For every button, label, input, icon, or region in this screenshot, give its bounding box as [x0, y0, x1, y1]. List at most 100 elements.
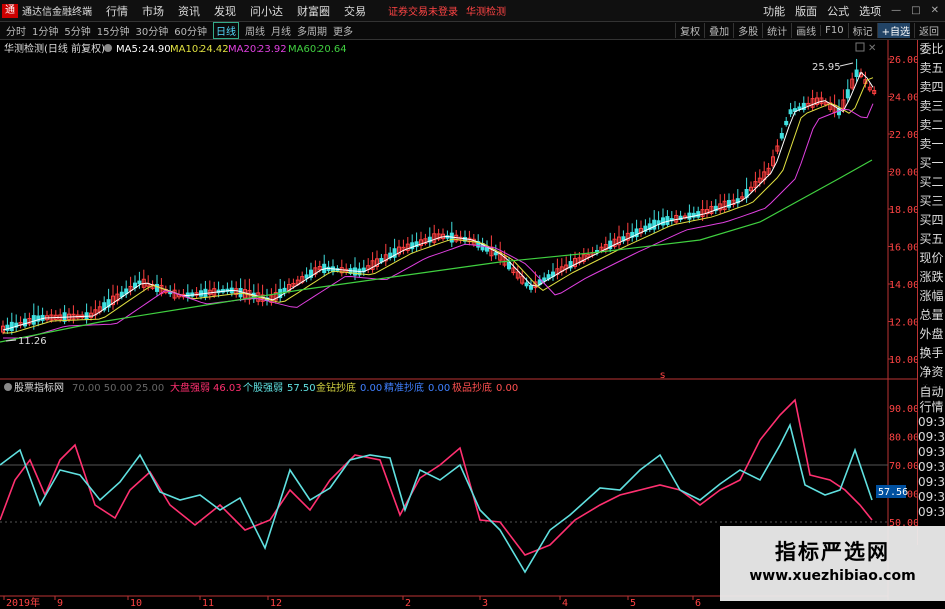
- price-tick-label: 16.00: [889, 243, 919, 254]
- maximize-icon[interactable]: □: [911, 5, 920, 16]
- series-gold-bottom-name: 金钻抄底: [316, 381, 356, 394]
- ma10-value: 24.42: [200, 44, 229, 55]
- price-tick-label: 22.00: [889, 130, 919, 141]
- toolbar-draw[interactable]: 画线: [791, 23, 816, 38]
- high-marker-arrow: [839, 62, 854, 67]
- stock-notice[interactable]: 华测检测: [466, 3, 506, 18]
- side-panel-item[interactable]: 总量: [918, 306, 945, 325]
- price-tick-label: 26.00: [889, 55, 919, 66]
- candle-body: [155, 283, 159, 292]
- app-title: 通达信金融终端: [22, 7, 92, 18]
- period-more[interactable]: 更多: [333, 23, 353, 38]
- period-15min[interactable]: 15分钟: [97, 23, 130, 38]
- menu-item-trade[interactable]: 交易: [344, 3, 366, 19]
- candle-body: [304, 274, 309, 279]
- toolbar-back[interactable]: 返回: [914, 23, 939, 38]
- pane-close-icon[interactable]: ✕: [868, 43, 876, 54]
- stock-title: 华测检测(日线 前复权): [4, 42, 105, 55]
- side-panel-item[interactable]: 卖三: [918, 97, 945, 116]
- period-multi[interactable]: 多周期: [297, 23, 327, 38]
- period-5min[interactable]: 5分钟: [64, 23, 90, 38]
- candle-body: [31, 315, 36, 325]
- side-panel-item[interactable]: 外盘: [918, 325, 945, 344]
- tick-panel-item[interactable]: 09:30: [918, 475, 945, 490]
- side-panel-item[interactable]: 卖二: [918, 116, 945, 135]
- toolbar-add-watchlist[interactable]: +自选: [876, 23, 910, 38]
- time-tick-label: 12: [270, 598, 282, 609]
- side-panel-item[interactable]: 买二: [918, 173, 945, 192]
- toolbar-multi-stock[interactable]: 多股: [733, 23, 758, 38]
- high-price-marker: 25.95: [812, 62, 841, 73]
- period-daily[interactable]: 日线: [212, 22, 239, 39]
- side-panel-item[interactable]: 涨跌: [918, 268, 945, 287]
- tick-panel-item[interactable]: 09:30: [918, 445, 945, 460]
- candle-body: [238, 288, 243, 298]
- series-best-bottom-name: 极品抄底: [452, 381, 492, 394]
- candle-body: [9, 321, 14, 332]
- period-60min[interactable]: 60分钟: [174, 23, 207, 38]
- time-tick-label: 4: [562, 598, 568, 609]
- ma10-label: MA10:: [170, 44, 202, 55]
- menu-function[interactable]: 功能: [763, 3, 785, 19]
- toolbar-f10[interactable]: F10: [820, 25, 844, 36]
- toolbar-stats[interactable]: 统计: [762, 23, 787, 38]
- tick-panel-item[interactable]: 09:30: [918, 460, 945, 475]
- toolbar-overlay[interactable]: 叠加: [704, 23, 729, 38]
- side-panel-item[interactable]: 买五: [918, 230, 945, 249]
- series-stock-strength-value: 57.50: [287, 383, 316, 394]
- side-panel-item[interactable]: 买三: [918, 192, 945, 211]
- menu-options[interactable]: 选项: [859, 3, 881, 19]
- side-panel-item[interactable]: 涨幅: [918, 287, 945, 306]
- period-monthly[interactable]: 月线: [271, 23, 291, 38]
- candle-body: [23, 318, 27, 327]
- indicator-settings-icon[interactable]: [4, 383, 12, 391]
- menu-item-quotes[interactable]: 行情: [106, 3, 128, 19]
- tick-panel-item[interactable]: 行情: [918, 400, 945, 415]
- menu-item-market[interactable]: 市场: [142, 3, 164, 19]
- side-panel-item[interactable]: 买四: [918, 211, 945, 230]
- tick-panel-item[interactable]: 09:30: [918, 505, 945, 520]
- side-panel-item[interactable]: 净资: [918, 363, 945, 382]
- menu-item-news[interactable]: 资讯: [178, 3, 200, 19]
- period-30min[interactable]: 30分钟: [135, 23, 168, 38]
- period-intraday[interactable]: 分时: [6, 23, 26, 38]
- minimize-icon[interactable]: —: [891, 5, 901, 16]
- side-panel-item[interactable]: 现价: [918, 249, 945, 268]
- menu-item-wealth[interactable]: 财富圈: [297, 3, 330, 19]
- menu-formula[interactable]: 公式: [827, 3, 849, 19]
- side-panel-item[interactable]: 买一: [918, 154, 945, 173]
- side-panel-item[interactable]: 卖四: [918, 78, 945, 97]
- toolbar-adjust[interactable]: 复权: [675, 23, 700, 38]
- indicator-params: 70.00 50.00 25.00: [72, 383, 164, 394]
- side-panel-item[interactable]: 卖一: [918, 135, 945, 154]
- ma60-value: 20.64: [318, 44, 347, 55]
- period-1min[interactable]: 1分钟: [32, 23, 58, 38]
- time-tick-label: 11: [202, 598, 214, 609]
- tick-panel-item[interactable]: 自动: [918, 385, 945, 400]
- tick-panel-item[interactable]: 09:30: [918, 490, 945, 505]
- menu-item-discover[interactable]: 发现: [214, 3, 236, 19]
- menu-bar: 通 通达信金融终端 行情 市场 资讯 发现 问小达 财富圈 交易 证券交易未登录…: [0, 0, 945, 22]
- side-panel-item[interactable]: 委比: [918, 40, 945, 59]
- indicator-tick-label: 70.00: [889, 461, 919, 472]
- price-tick-label: 10.00: [889, 355, 919, 366]
- price-axis: 26.00 24.00 22.00 20.00 18.00 16.00 14.00 12.00…: [887, 40, 919, 600]
- time-tick-label: 5: [630, 598, 636, 609]
- series-best-bottom-value: 0.00: [496, 383, 518, 394]
- menu-layout[interactable]: 版面: [795, 3, 817, 19]
- tick-panel-item[interactable]: 09:30: [918, 415, 945, 430]
- chart-area[interactable]: 华测检测(日线 前复权) MA5: 24.90 MA10: 24.42 MA20…: [0, 40, 945, 609]
- side-panel-item[interactable]: 换手: [918, 344, 945, 363]
- ma60-label: MA60:: [288, 44, 320, 55]
- login-notice[interactable]: 证券交易未登录: [388, 3, 458, 18]
- time-tick-label: 10: [130, 598, 142, 609]
- settings-dot-icon[interactable]: [104, 44, 112, 52]
- side-panel-item[interactable]: 卖五: [918, 59, 945, 78]
- period-weekly[interactable]: 周线: [245, 23, 265, 38]
- period-bar: 分时 1分钟 5分钟 15分钟 30分钟 60分钟 日线 周线 月线 多周期 更…: [0, 22, 945, 40]
- toolbar-mark[interactable]: 标记: [847, 23, 873, 38]
- tick-panel-item[interactable]: 09:30: [918, 430, 945, 445]
- pane-maximize-icon[interactable]: [855, 42, 865, 52]
- close-icon[interactable]: ✕: [931, 5, 939, 16]
- menu-item-ask[interactable]: 问小达: [250, 3, 283, 19]
